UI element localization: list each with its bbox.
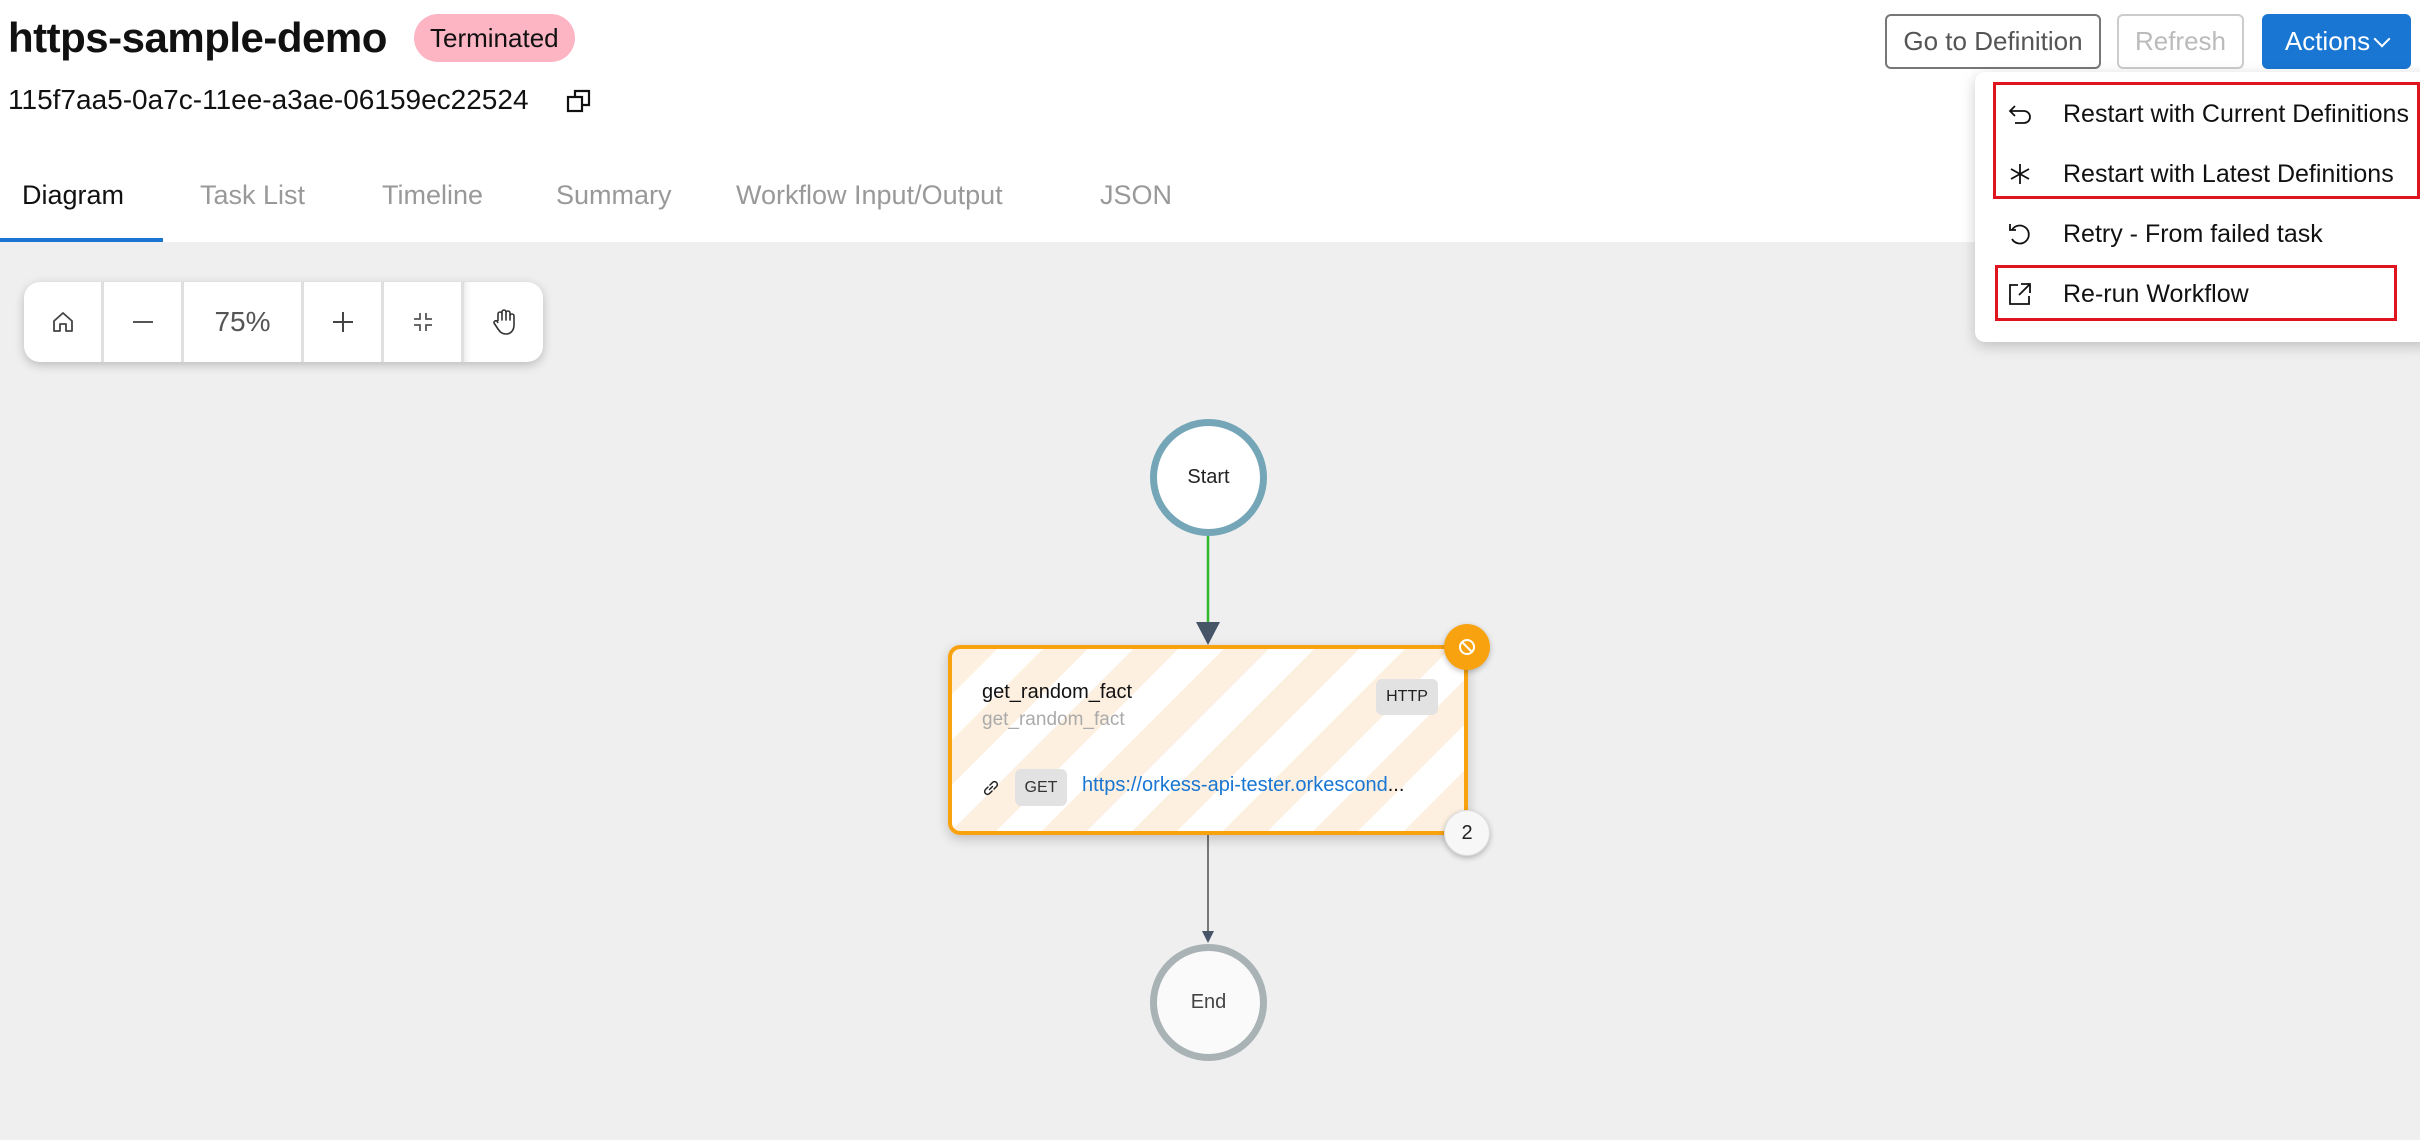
tab-diagram[interactable]: Diagram [22,160,124,242]
pan-button[interactable] [464,282,543,362]
link-icon [983,780,999,796]
copy-icon[interactable] [566,88,592,114]
menu-item-retry-failed[interactable]: Retry - From failed task [1975,204,2420,264]
home-icon [52,312,73,332]
fit-view-button[interactable] [384,282,464,362]
zoom-level: 75% [184,282,304,362]
zoom-out-icon [132,321,153,323]
workflow-title: https-sample-demo [8,14,387,61]
zoom-in-button[interactable] [304,282,384,362]
tab-json[interactable]: JSON [1100,160,1172,242]
zoom-toolbar: 75% [24,282,543,362]
menu-item-rerun-workflow[interactable]: Re-run Workflow [1975,264,2420,324]
refresh-button[interactable]: Refresh [2117,14,2244,69]
task-node[interactable]: get_random_fact get_random_fact HTTP GET… [948,645,1468,835]
actions-menu: Restart with Current Definitions Restart… [1975,72,2420,342]
external-link-icon [2005,279,2035,309]
task-reference: get_random_fact [982,709,1125,730]
menu-item-label: Retry - From failed task [2063,219,2323,248]
tab-workflow-input-output[interactable]: Workflow Input/Output [736,160,1003,242]
workflow-id: 115f7aa5-0a7c-11ee-a3ae-06159ec22524 [8,84,529,115]
end-node[interactable]: End [1150,944,1267,1061]
actions-button[interactable]: Actions [2262,14,2411,69]
tab-task-list[interactable]: Task List [200,160,305,242]
canceled-icon [1459,639,1475,655]
home-button[interactable] [24,282,104,362]
task-attempt-count: 2 [1444,810,1490,856]
menu-item-label: Restart with Latest Definitions [2063,159,2394,188]
asterisk-icon [2005,159,2035,189]
menu-item-restart-current[interactable]: Restart with Current Definitions [1975,84,2420,144]
tab-timeline[interactable]: Timeline [382,160,483,242]
retry-icon [2005,219,2035,249]
task-url[interactable]: https://orkess-api-tester.orkescond... [1082,774,1422,797]
menu-item-restart-latest[interactable]: Restart with Latest Definitions [1975,144,2420,204]
undo-arrow-icon [2005,99,2035,129]
menu-item-label: Re-run Workflow [2063,279,2249,308]
task-type-badge: HTTP [1376,679,1438,715]
actions-label: Actions [2284,26,2371,56]
chevron-down-icon [2373,30,2391,48]
edge-task-to-end [1202,835,1214,943]
url-ellipsis: ... [1387,774,1405,796]
http-method-badge: GET [1015,769,1067,806]
zoom-out-button[interactable] [104,282,184,362]
start-node[interactable]: Start [1150,419,1267,536]
edge-start-to-task [1196,534,1220,645]
tab-summary[interactable]: Summary [556,160,672,242]
status-badge: Terminated [414,14,575,62]
go-to-definition-button[interactable]: Go to Definition [1885,14,2101,69]
menu-item-label: Restart with Current Definitions [2063,99,2409,128]
end-label: End [1190,991,1227,1013]
pan-hand-icon [492,309,515,335]
zoom-in-icon [332,312,353,332]
start-label: Start [1187,466,1230,488]
task-name: get_random_fact [982,681,1133,703]
task-status-indicator [1444,624,1490,670]
fit-icon [413,313,432,331]
task-url-text: https://orkess-api-tester.orkescond [1082,774,1388,796]
